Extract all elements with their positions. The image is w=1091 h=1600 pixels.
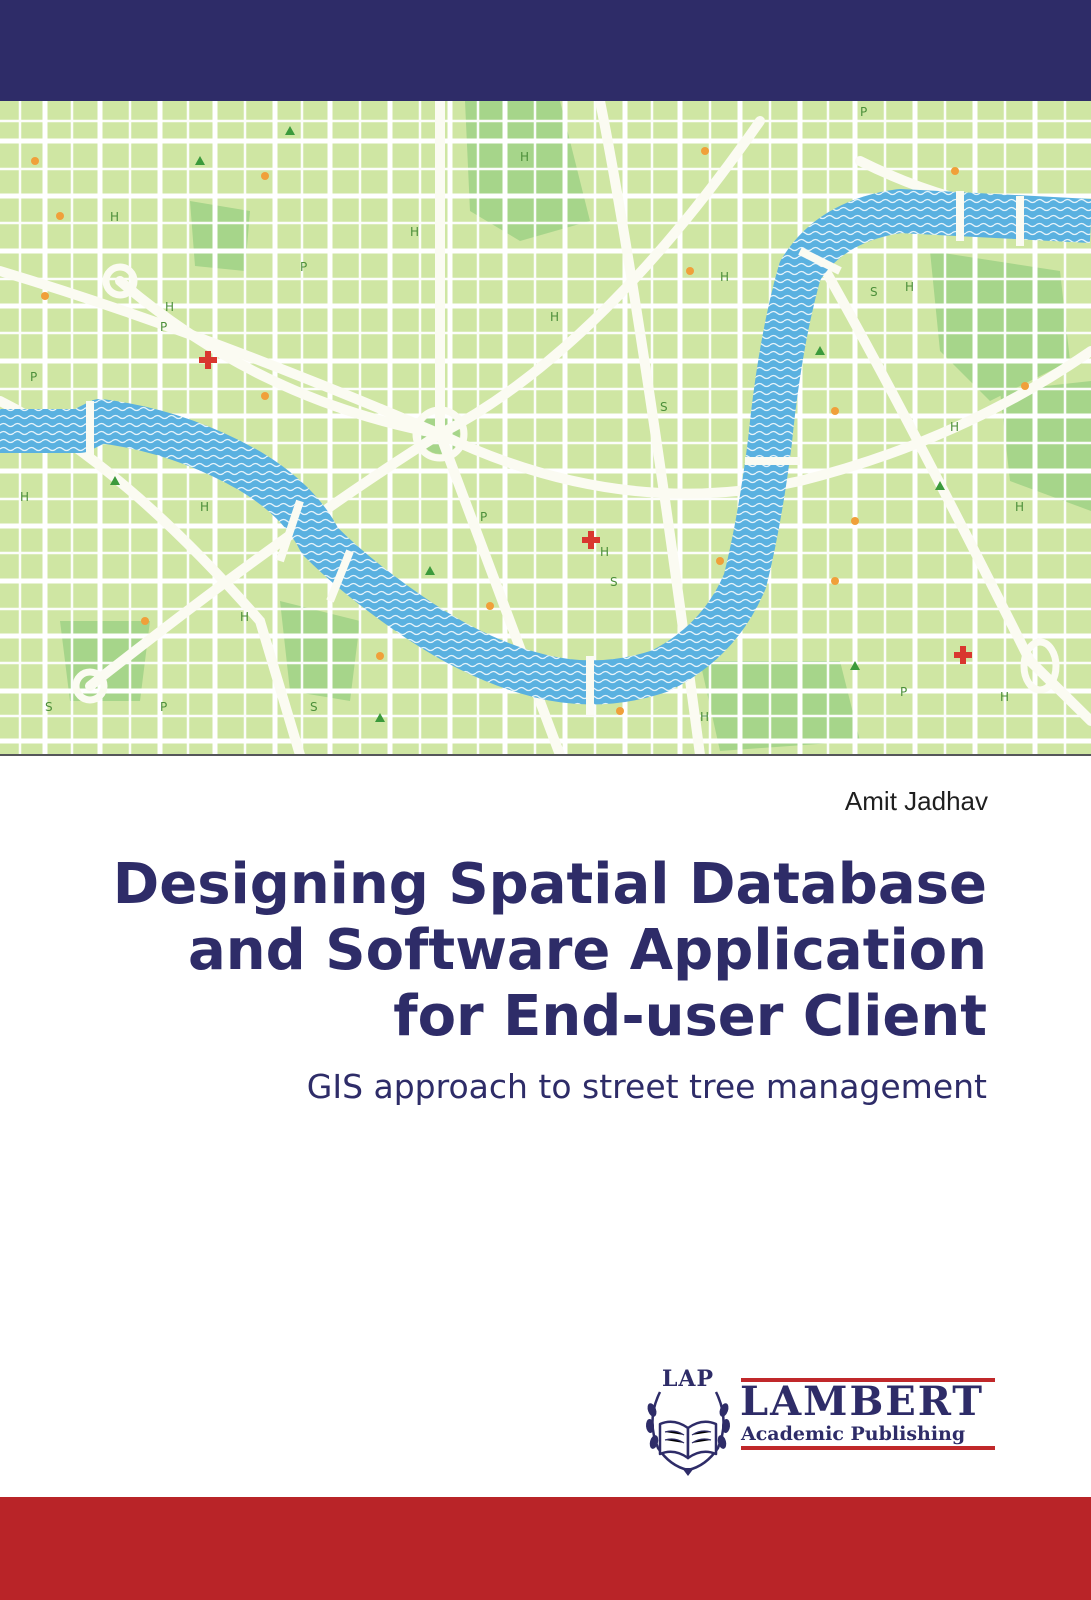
svg-text:H: H — [600, 545, 609, 559]
author-name: Amit Jadhav — [844, 786, 988, 816]
svg-text:H: H — [20, 490, 29, 504]
svg-text:H: H — [410, 225, 419, 239]
publisher-logo: LAP LAMBERT Academic Publishing — [640, 1366, 1000, 1480]
map-border-line — [0, 754, 1091, 756]
svg-text:H: H — [110, 210, 119, 224]
svg-text:H: H — [1015, 500, 1024, 514]
top-navy-band — [0, 0, 1091, 101]
bottom-red-band — [0, 1497, 1091, 1600]
svg-text:P: P — [300, 260, 307, 274]
svg-text:H: H — [905, 280, 914, 294]
svg-text:S: S — [45, 700, 53, 714]
svg-text:H: H — [520, 150, 529, 164]
svg-text:S: S — [310, 700, 318, 714]
svg-text:P: P — [900, 685, 907, 699]
book-subtitle: GIS approach to street tree management — [306, 1067, 987, 1106]
svg-text:P: P — [160, 320, 167, 334]
svg-text:S: S — [660, 400, 668, 414]
svg-text:P: P — [30, 370, 37, 384]
svg-text:H: H — [1000, 690, 1009, 704]
publisher-name: LAMBERT — [740, 1378, 985, 1425]
book-title: Designing Spatial Database and Software … — [67, 852, 987, 1050]
svg-text:H: H — [165, 300, 174, 314]
title-line-3: for End-user Client — [393, 984, 987, 1049]
emblem-text: LAP — [661, 1366, 715, 1392]
city-map-illustration: HHP HHH HSP HHP HHP HSH PSP HHS PSH — [0, 101, 1091, 755]
svg-text:P: P — [480, 510, 487, 524]
svg-text:H: H — [200, 500, 209, 514]
svg-text:S: S — [610, 575, 618, 589]
title-line-1: Designing Spatial Database — [112, 852, 987, 917]
svg-text:P: P — [860, 105, 867, 119]
svg-text:P: P — [160, 700, 167, 714]
svg-text:H: H — [720, 270, 729, 284]
publisher-subname: Academic Publishing — [741, 1423, 966, 1445]
title-line-2: and Software Application — [188, 918, 987, 983]
svg-text:H: H — [700, 710, 709, 724]
svg-text:H: H — [950, 420, 959, 434]
river — [0, 189, 1091, 705]
svg-text:H: H — [550, 310, 559, 324]
svg-text:H: H — [240, 610, 249, 624]
svg-text:S: S — [870, 285, 878, 299]
open-book-laurel-icon: LAP — [640, 1366, 736, 1480]
logo-rule-bottom — [741, 1446, 995, 1450]
